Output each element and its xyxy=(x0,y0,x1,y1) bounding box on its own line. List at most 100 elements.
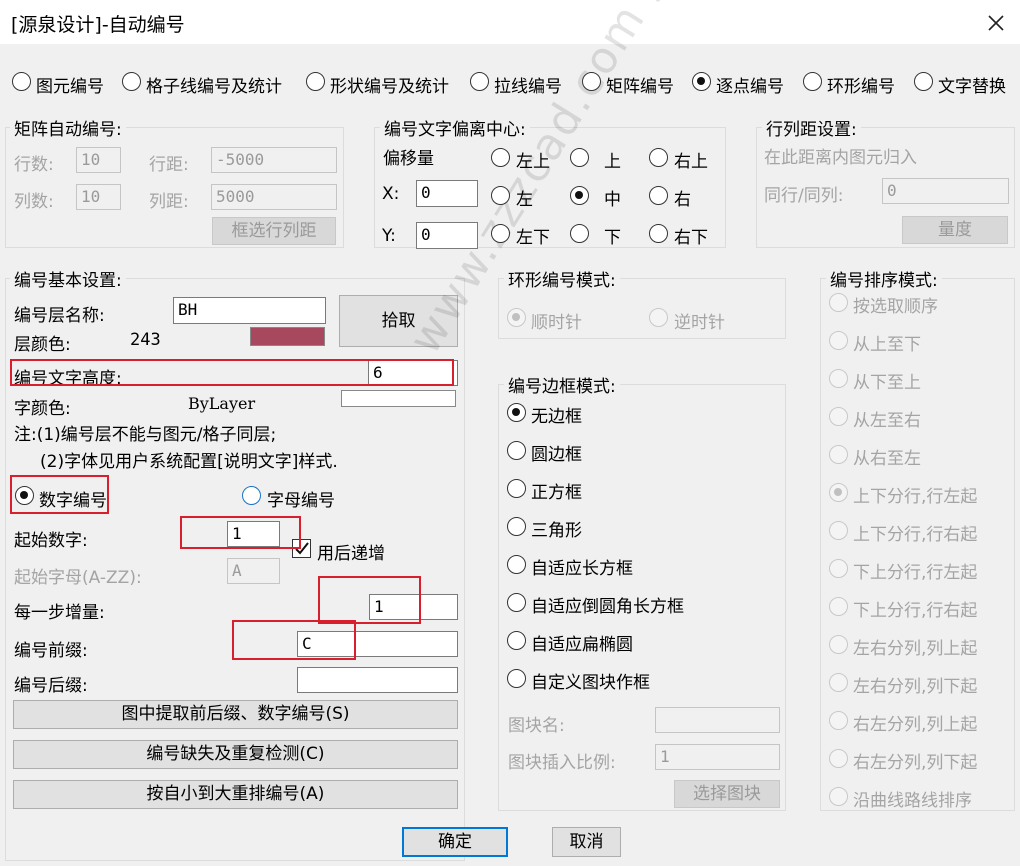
counterclockwise-radio[interactable] xyxy=(649,308,668,327)
cols-input[interactable]: 10 xyxy=(76,184,121,210)
sort-option-radio-8[interactable] xyxy=(829,597,848,616)
offset-pos-label-7: 下 xyxy=(604,228,621,248)
suffix-input[interactable] xyxy=(297,667,458,693)
border-option-radio-6[interactable] xyxy=(507,631,526,650)
ok-button[interactable]: 确定 xyxy=(402,827,508,857)
mode-radio-2[interactable] xyxy=(306,72,325,91)
sort-option-label-13: 沿曲线路线排序 xyxy=(853,791,972,811)
offset-pos-radio-6[interactable] xyxy=(491,224,510,243)
sort-option-radio-0[interactable] xyxy=(829,293,848,312)
offset-pos-label-0: 左上 xyxy=(516,152,550,172)
offset-pos-radio-5[interactable] xyxy=(649,186,668,205)
row-dist-input[interactable]: -5000 xyxy=(211,147,337,173)
mode-radio-5[interactable] xyxy=(692,72,711,91)
alpha-numbering-radio[interactable] xyxy=(242,486,261,505)
offset-pos-radio-8[interactable] xyxy=(649,224,668,243)
clockwise-radio[interactable] xyxy=(507,308,526,327)
mode-radio-1[interactable] xyxy=(122,72,141,91)
offset-pos-label-3: 左 xyxy=(516,190,533,210)
layer-name-input[interactable]: BH xyxy=(173,297,326,324)
sort-option-radio-12[interactable] xyxy=(829,749,848,768)
offset-pos-label-2: 右上 xyxy=(674,152,708,172)
sort-option-radio-11[interactable] xyxy=(829,711,848,730)
sort-option-radio-5[interactable] xyxy=(829,483,848,502)
mode-radio-4[interactable] xyxy=(582,72,601,91)
pick-button[interactable]: 拾取 xyxy=(339,295,458,347)
offset-pos-radio-1[interactable] xyxy=(570,148,589,167)
sort-option-radio-13[interactable] xyxy=(829,787,848,806)
select-block-button[interactable]: 选择图块 xyxy=(674,780,780,808)
sort-option-label-11: 右左分列,列上起 xyxy=(853,715,978,735)
font-color-value: ByLayer xyxy=(188,394,256,413)
font-color-swatch[interactable] xyxy=(341,390,456,407)
sort-option-label-4: 从右至左 xyxy=(853,449,921,469)
border-option-radio-4[interactable] xyxy=(507,555,526,574)
sort-option-label-6: 上下分行,行右起 xyxy=(853,525,978,545)
border-option-radio-0[interactable] xyxy=(507,403,526,422)
row-dist-label: 行距: xyxy=(149,155,189,175)
sort-option-radio-10[interactable] xyxy=(829,673,848,692)
offset-pos-label-6: 左下 xyxy=(516,228,550,248)
spacing-hint: 在此距离内图元归入 xyxy=(764,148,917,168)
cancel-button[interactable]: 取消 xyxy=(552,827,621,857)
mode-radio-7[interactable] xyxy=(914,72,933,91)
offset-pos-radio-0[interactable] xyxy=(491,148,510,167)
numeric-numbering-radio[interactable] xyxy=(15,486,34,505)
mode-radio-0[interactable] xyxy=(12,72,31,91)
auto-increment-checkbox[interactable] xyxy=(292,539,311,558)
rows-input[interactable]: 10 xyxy=(76,147,121,173)
border-option-radio-2[interactable] xyxy=(507,479,526,498)
close-button[interactable] xyxy=(976,6,1016,40)
sort-option-label-2: 从下至上 xyxy=(853,373,921,393)
block-name-label: 图块名: xyxy=(508,716,565,736)
border-option-radio-7[interactable] xyxy=(507,669,526,688)
rows-label: 行数: xyxy=(14,155,54,175)
extract-prefix-suffix-button[interactable]: 图中提取前后缀、数字编号(S) xyxy=(13,700,458,729)
measure-button[interactable]: 量度 xyxy=(902,216,1008,244)
renumber-ascending-button[interactable]: 按自小到大重排编号(A) xyxy=(13,780,458,809)
mode-radio-6[interactable] xyxy=(803,72,822,91)
border-option-label-4: 自适应长方框 xyxy=(531,559,633,579)
offset-pos-radio-4[interactable] xyxy=(570,186,589,205)
block-name-input[interactable] xyxy=(655,707,780,733)
matrix-group-title: 矩阵自动编号: xyxy=(10,115,126,140)
border-option-radio-5[interactable] xyxy=(507,593,526,612)
mode-radio-3[interactable] xyxy=(470,72,489,91)
offset-pos-radio-2[interactable] xyxy=(649,148,668,167)
sort-option-label-12: 右左分列,列下起 xyxy=(853,753,978,773)
spacing-group-title: 行列距设置: xyxy=(762,115,861,140)
sort-option-radio-3[interactable] xyxy=(829,407,848,426)
sort-option-radio-6[interactable] xyxy=(829,521,848,540)
layer-color-swatch[interactable] xyxy=(250,327,325,346)
offset-pos-radio-3[interactable] xyxy=(491,186,510,205)
sort-option-radio-4[interactable] xyxy=(829,445,848,464)
border-option-radio-1[interactable] xyxy=(507,441,526,460)
offset-pos-radio-7[interactable] xyxy=(570,224,589,243)
select-row-col-button[interactable]: 框选行列距 xyxy=(212,217,336,245)
step-input[interactable]: 1 xyxy=(369,594,458,620)
prefix-label: 编号前缀: xyxy=(14,641,88,661)
start-alpha-input[interactable]: A xyxy=(227,558,280,584)
same-row-col-input[interactable]: 0 xyxy=(882,178,1009,204)
y-offset-input[interactable]: 0 xyxy=(416,222,478,249)
start-number-input[interactable]: 1 xyxy=(227,521,280,547)
sort-option-label-8: 下上分行,行右起 xyxy=(853,601,978,621)
border-option-radio-3[interactable] xyxy=(507,517,526,536)
block-scale-input[interactable]: 1 xyxy=(655,744,780,770)
y-label: Y: xyxy=(382,226,396,246)
cols-label: 列数: xyxy=(14,192,54,212)
col-dist-input[interactable]: 5000 xyxy=(211,184,337,210)
border-option-label-3: 三角形 xyxy=(531,521,582,541)
step-label: 每一步增量: xyxy=(14,603,105,623)
layer-color-label: 层颜色: xyxy=(14,335,71,355)
sort-option-radio-1[interactable] xyxy=(829,331,848,350)
prefix-input[interactable]: C xyxy=(297,631,458,657)
x-offset-input[interactable]: 0 xyxy=(416,180,478,207)
sort-option-radio-2[interactable] xyxy=(829,369,848,388)
clockwise-label: 顺时针 xyxy=(531,313,582,333)
sort-option-radio-9[interactable] xyxy=(829,635,848,654)
missing-duplicate-check-button[interactable]: 编号缺失及重复检测(C) xyxy=(13,740,458,769)
sort-option-radio-7[interactable] xyxy=(829,559,848,578)
sort-option-label-5: 上下分行,行左起 xyxy=(853,487,978,507)
text-height-input[interactable]: 6 xyxy=(368,360,458,386)
